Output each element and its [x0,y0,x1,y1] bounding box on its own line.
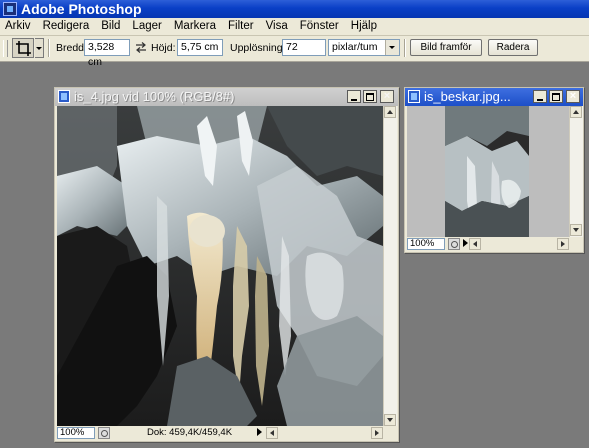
menu-arkiv[interactable]: Arkiv [0,18,37,35]
document-title-bar[interactable]: is_4.jpg vid 100% (RGB/8#) × [55,88,398,106]
status-menu-arrow-icon[interactable] [257,428,262,436]
scroll-right-arrow[interactable] [371,427,383,439]
menu-markera[interactable]: Markera [168,18,222,35]
vertical-scrollbar-side[interactable] [569,106,583,237]
resolution-label: Upplösning: [230,42,286,54]
document-title: is_4.jpg vid 100% (RGB/8#) [74,89,235,104]
zoom-field-side[interactable]: 100% [407,238,445,250]
scroll-right-arrow[interactable] [557,238,569,250]
maximize-button[interactable] [363,90,377,103]
document-icon [58,90,70,103]
document-title-bar-active[interactable]: is_beskar.jpg... × [405,88,583,106]
minimize-button[interactable] [533,90,547,103]
swap-arrows-icon[interactable] [135,42,147,53]
document-size-info: Dok: 459,4K/459,4K [147,427,233,438]
options-bar: Bredd: 3,528 cm Höjd: 5,75 cm Upplösning… [0,36,589,68]
tool-preset-dropdown[interactable] [35,38,44,58]
menu-visa[interactable]: Visa [260,18,294,35]
ice-photo [57,106,383,426]
clear-button[interactable]: Radera [488,39,538,56]
image-canvas-side-area[interactable] [407,106,569,237]
menu-redigera[interactable]: Redigera [37,18,96,35]
divider [404,39,406,57]
status-options-icon[interactable] [448,238,460,250]
scroll-left-arrow[interactable] [266,427,278,439]
options-bar-grip[interactable] [3,40,8,57]
scroll-left-arrow[interactable] [469,238,481,250]
close-button[interactable]: × [380,90,394,103]
status-options-icon[interactable] [98,427,110,439]
document-window-side: is_beskar.jpg... × 100% [404,87,584,253]
maximize-button[interactable] [549,90,563,103]
status-bar: 100% Dok: 459,4K/459,4K [55,426,398,440]
app-title: Adobe Photoshop [21,1,142,17]
menu-hjalp[interactable]: Hjälp [345,18,383,35]
crop-tool-icon [16,41,31,56]
scroll-down-arrow[interactable] [570,224,582,236]
vertical-scrollbar[interactable] [383,106,397,428]
menu-bar: Arkiv Redigera Bild Lager Markera Filter… [0,18,589,36]
minimize-button[interactable] [347,90,361,103]
resolution-field[interactable]: 72 [282,39,326,56]
app-title-bar: Adobe Photoshop [0,0,589,18]
front-image-button[interactable]: Bild framför [410,39,482,56]
divider [48,39,50,57]
height-label: Höjd: [151,42,176,54]
menu-fonster[interactable]: Fönster [294,18,345,35]
resolution-unit-select[interactable]: pixlar/tum [328,39,400,56]
status-bar-side: 100% [405,237,583,251]
photoshop-logo-icon [3,2,17,16]
height-field[interactable]: 5,75 cm [177,39,223,56]
menu-filter[interactable]: Filter [222,18,260,35]
width-label: Bredd: [56,42,87,54]
crop-tool-button[interactable] [12,38,34,58]
resolution-unit-value: pixlar/tum [332,41,378,53]
document-window-main: is_4.jpg vid 100% (RGB/8#) × 100% Dok: 4… [54,87,399,442]
scroll-down-arrow[interactable] [384,414,396,426]
image-canvas[interactable] [57,106,383,426]
scroll-up-arrow[interactable] [570,106,582,118]
scroll-up-arrow[interactable] [384,106,396,118]
ice-photo-cropped [445,106,529,237]
width-field[interactable]: 3,528 cm [84,39,130,68]
chevron-down-icon [385,40,399,55]
menu-bild[interactable]: Bild [95,18,126,35]
document-icon [408,90,420,103]
zoom-field[interactable]: 100% [57,427,95,439]
close-button[interactable]: × [566,90,580,103]
menu-lager[interactable]: Lager [126,18,167,35]
document-title-side: is_beskar.jpg... [424,89,511,104]
status-menu-arrow-icon[interactable] [463,239,468,247]
